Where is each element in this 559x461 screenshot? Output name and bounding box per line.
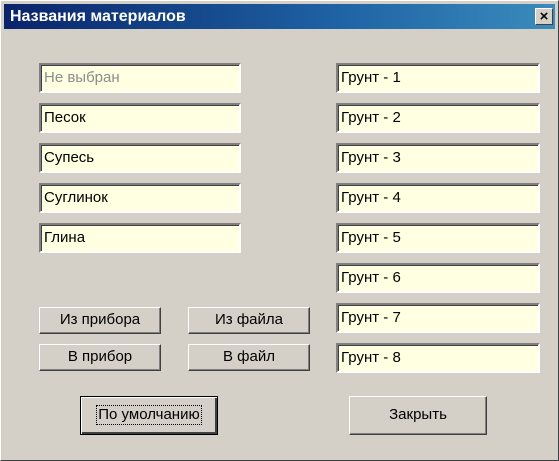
soil-field-6[interactable]: Грунт - 6 bbox=[336, 263, 540, 293]
soil-field-7[interactable]: Грунт - 7 bbox=[336, 303, 540, 333]
defaults-button[interactable]: По умолчанию bbox=[80, 396, 218, 435]
soil-field-4[interactable]: Грунт - 4 bbox=[336, 183, 540, 213]
material-field-5[interactable]: Глина bbox=[39, 223, 241, 253]
from-file-button[interactable]: Из файла bbox=[188, 307, 310, 334]
material-field-1[interactable]: Не выбран bbox=[39, 63, 241, 93]
soil-field-5[interactable]: Грунт - 5 bbox=[336, 223, 540, 253]
soil-field-1[interactable]: Грунт - 1 bbox=[336, 63, 540, 93]
material-field-4[interactable]: Суглинок bbox=[39, 183, 241, 213]
close-icon[interactable]: × bbox=[535, 8, 553, 25]
title-bar[interactable]: Названия материалов × bbox=[4, 4, 555, 29]
soil-field-3[interactable]: Грунт - 3 bbox=[336, 143, 540, 173]
materials-dialog: Названия материалов × Не выбран Песок Су… bbox=[0, 0, 559, 461]
from-device-button[interactable]: Из прибора bbox=[39, 307, 161, 334]
material-field-2[interactable]: Песок bbox=[39, 103, 241, 133]
defaults-button-label: По умолчанию bbox=[96, 405, 202, 425]
to-file-button[interactable]: В файл bbox=[188, 344, 310, 371]
to-device-button[interactable]: В прибор bbox=[39, 344, 161, 371]
close-button[interactable]: Закрыть bbox=[349, 396, 487, 435]
soil-field-2[interactable]: Грунт - 2 bbox=[336, 103, 540, 133]
material-field-3[interactable]: Супесь bbox=[39, 143, 241, 173]
soil-field-8[interactable]: Грунт - 8 bbox=[336, 343, 540, 373]
window-title: Названия материалов bbox=[10, 8, 186, 25]
